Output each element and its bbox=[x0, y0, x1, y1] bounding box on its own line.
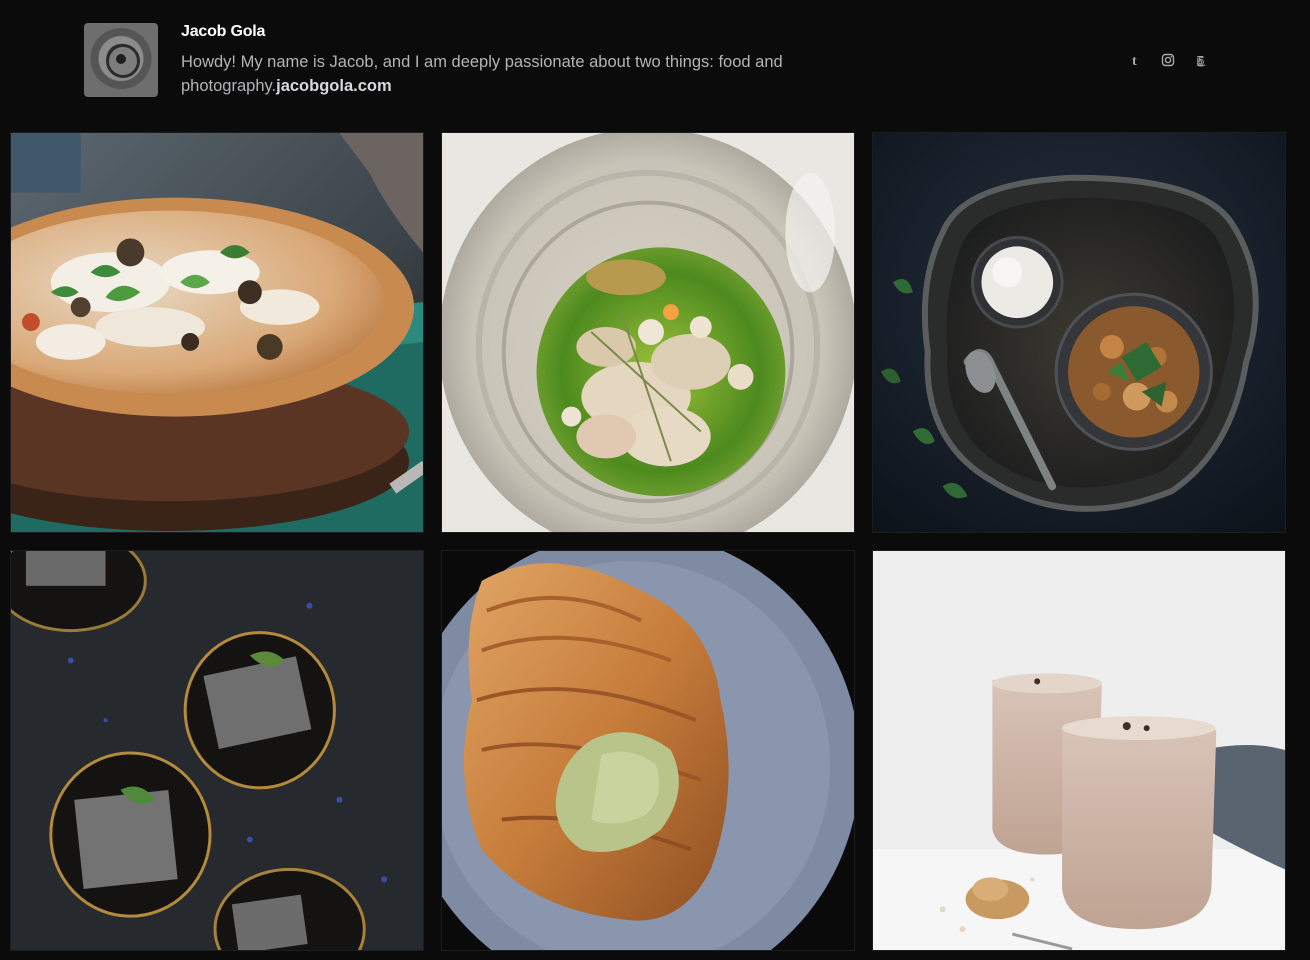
website-link[interactable]: jacobgola.com bbox=[276, 77, 392, 95]
svg-text:t: t bbox=[1132, 54, 1137, 67]
profile-name: Jacob Gola bbox=[181, 23, 266, 40]
photo-smoothies[interactable] bbox=[872, 550, 1286, 951]
photo-brownies[interactable] bbox=[10, 550, 424, 951]
bio-text: Howdy! My name is Jacob, and I am deeply… bbox=[181, 53, 783, 95]
avatar[interactable] bbox=[84, 23, 158, 97]
photo-croissant[interactable] bbox=[441, 550, 855, 951]
photo-pizza[interactable] bbox=[10, 132, 424, 533]
photo-curry[interactable] bbox=[872, 132, 1286, 533]
500px-icon[interactable]: 5 bbox=[1193, 52, 1209, 68]
camera-lens-icon bbox=[106, 44, 140, 78]
profile-header: Jacob Gola Howdy! My name is Jacob, and … bbox=[0, 0, 1310, 130]
profile-bio: Howdy! My name is Jacob, and I am deeply… bbox=[181, 50, 861, 98]
instagram-icon[interactable] bbox=[1160, 52, 1176, 68]
photo-mussels[interactable] bbox=[441, 132, 855, 533]
tumblr-icon[interactable]: t bbox=[1128, 52, 1144, 68]
